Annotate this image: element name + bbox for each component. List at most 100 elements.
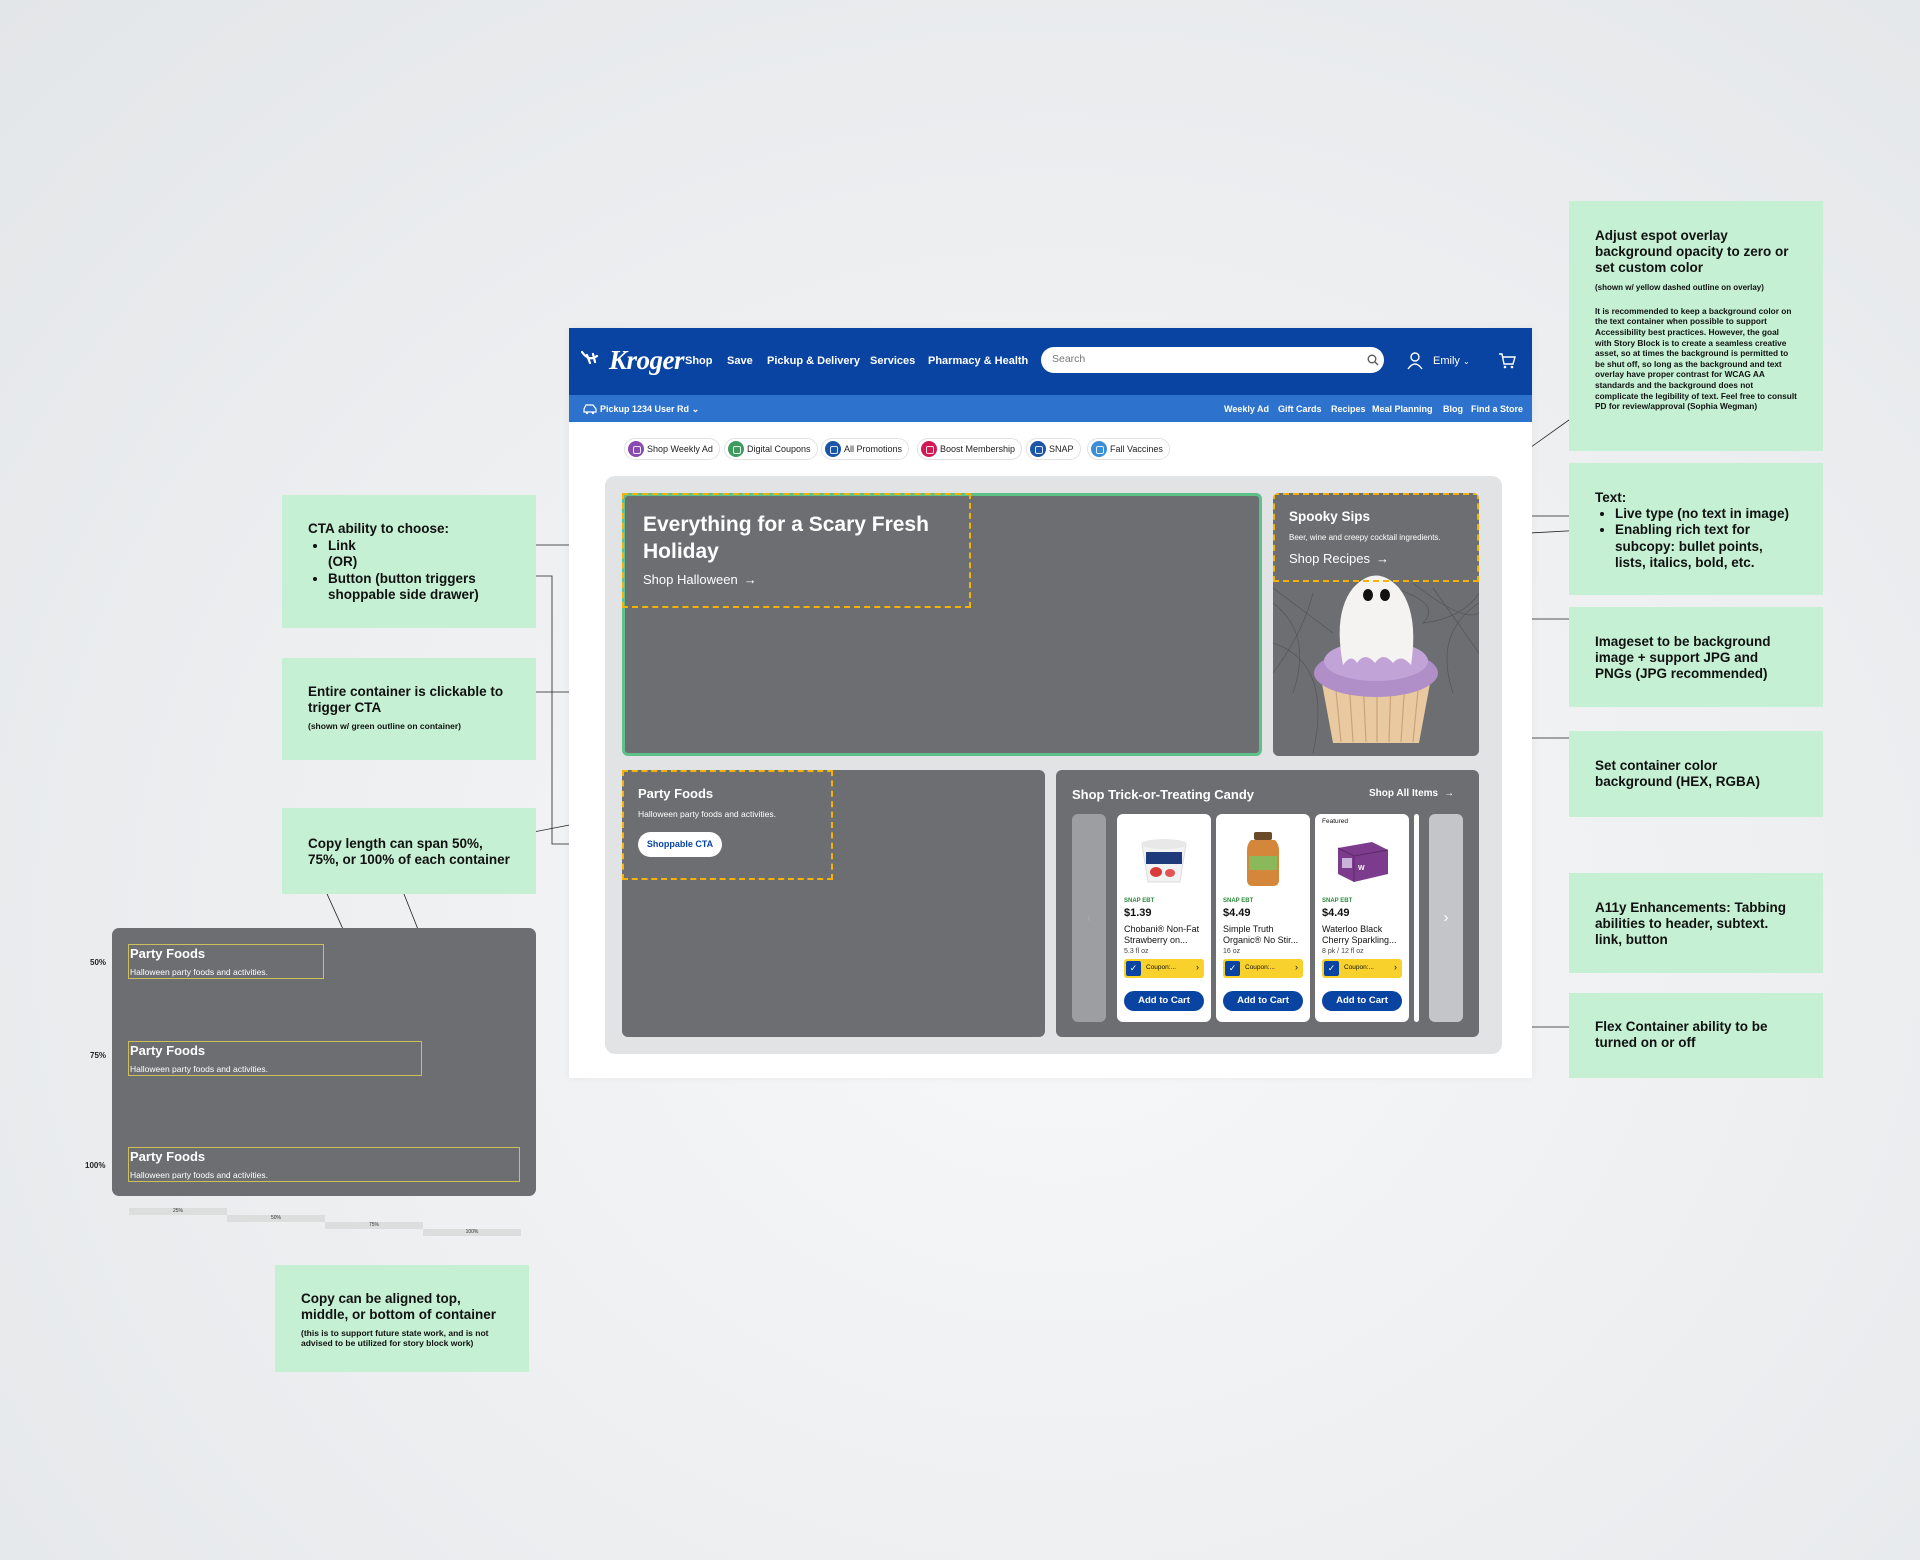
chevron-right-icon: › (1295, 962, 1298, 972)
chevron-down-icon: ⌄ (1462, 357, 1470, 366)
user-icon[interactable] (1407, 352, 1423, 370)
note-copy-length: Copy length can span 50%, 75%, or 100% o… (282, 808, 536, 894)
product-size: 5.3 fl oz (1124, 948, 1149, 955)
chevron-left-icon: ‹ (1086, 910, 1092, 925)
product-size: 16 oz (1223, 948, 1241, 955)
add-to-cart-button[interactable]: Add to Cart (1223, 991, 1303, 1011)
width-bar-75: 75% (325, 1222, 423, 1229)
copy-length-demo: Party Foods Halloween party foods and ac… (112, 928, 536, 1196)
candy-title: Shop Trick-or-Treating Candy (1072, 787, 1255, 802)
product-card[interactable]: SNAP EBT $4.49 Simple Truth Organic® No … (1216, 814, 1310, 1022)
svg-text:W: W (1358, 865, 1365, 872)
copy-box-100: Party Foods Halloween party foods and ac… (128, 1147, 520, 1182)
product-name: Simple Truth Organic® No Stir... (1223, 924, 1299, 946)
hero-link[interactable]: Shop Halloween → (643, 572, 757, 587)
copy-box-75: Party Foods Halloween party foods and ac… (128, 1041, 422, 1076)
carousel-next-button[interactable]: › (1429, 814, 1463, 1022)
snap-icon (1030, 441, 1046, 457)
add-to-cart-button[interactable]: Add to Cart (1124, 991, 1204, 1011)
party-text-overlay: Party Foods Halloween party foods and ac… (622, 770, 833, 880)
note-clickable-container: Entire container is clickable to trigger… (282, 658, 536, 760)
user-menu[interactable]: Emily ⌄ (1433, 355, 1470, 367)
nav-shop[interactable]: Shop (685, 355, 713, 367)
spooky-link[interactable]: Shop Recipes → (1289, 551, 1389, 566)
width-bar-100: 100% (423, 1229, 521, 1236)
search-input[interactable] (1052, 353, 1352, 365)
carousel-prev-button[interactable]: ‹ (1072, 814, 1106, 1022)
nav-save[interactable]: Save (727, 355, 753, 367)
product-card[interactable]: Featured W SNAP EBT $4.49 Waterloo Black… (1315, 814, 1409, 1022)
label-100-percent: 100% (85, 1161, 106, 1170)
search-bar (1041, 347, 1384, 373)
note-flex-container: Flex Container ability to be turned on o… (1569, 993, 1823, 1078)
chip-all-promotions[interactable]: All Promotions (821, 438, 910, 460)
kroger-page-mock: Kroger Shop Save Pickup & Delivery Servi… (569, 328, 1532, 1078)
sub-nav-bar: Pickup 1234 User Rd ⌄ Weekly Ad Gift Car… (569, 395, 1532, 422)
note-container-color: Set container color background (HEX, RGB… (1569, 731, 1823, 817)
note-cta-options: CTA ability to choose: Link (OR) Button … (282, 495, 536, 628)
link-find-a-store[interactable]: Find a Store (1471, 404, 1523, 414)
checkmark-icon: ✓ (1126, 961, 1141, 976)
spooky-sips-tile[interactable]: Spooky Sips Beer, wine and creepy cockta… (1273, 493, 1479, 756)
chevron-right-icon: › (1394, 962, 1397, 972)
chip-boost-membership[interactable]: Boost Membership (917, 438, 1023, 460)
arrow-right-icon: → (743, 572, 757, 587)
nav-services[interactable]: Services (870, 355, 915, 367)
vaccine-icon (1091, 441, 1107, 457)
chevron-right-icon: › (1196, 962, 1199, 972)
coupon-icon (728, 441, 744, 457)
user-name: Emily (1433, 355, 1460, 367)
sparkling-water-box-image: W (1337, 842, 1389, 882)
checkmark-icon: ✓ (1324, 961, 1339, 976)
link-meal-planning[interactable]: Meal Planning (1372, 404, 1433, 414)
spooky-subtitle: Beer, wine and creepy cocktail ingredien… (1289, 533, 1441, 542)
product-name: Chobani® Non-Fat Strawberry on... (1124, 924, 1200, 946)
nav-pickup-delivery[interactable]: Pickup & Delivery (767, 355, 860, 367)
shop-all-items-link[interactable]: Shop All Items → (1369, 788, 1454, 799)
kroger-logo-icon (581, 350, 599, 365)
link-gift-cards[interactable]: Gift Cards (1278, 404, 1322, 414)
product-size: 8 pk / 12 fl oz (1322, 948, 1364, 955)
hero-tile[interactable]: Everything for a Scary Fresh Holiday Sho… (622, 493, 1262, 756)
search-icon[interactable] (1367, 354, 1379, 366)
chevron-down-icon: ⌄ (691, 404, 700, 414)
product-name: Waterloo Black Cherry Sparkling... (1322, 924, 1397, 946)
hero-title: Everything for a Scary Fresh Holiday (643, 513, 929, 563)
link-weekly-ad[interactable]: Weekly Ad (1224, 404, 1269, 414)
arrow-right-icon: → (1375, 551, 1389, 566)
link-blog[interactable]: Blog (1443, 404, 1463, 414)
arrow-right-icon: → (1444, 788, 1455, 799)
candy-carousel-tile: Shop Trick-or-Treating Candy Shop All It… (1056, 770, 1479, 1037)
note-imageset: Imageset to be background image + suppor… (1569, 607, 1823, 707)
chip-snap[interactable]: SNAP (1026, 438, 1081, 460)
spooky-text-overlay: Spooky Sips Beer, wine and creepy cockta… (1273, 493, 1479, 582)
pickup-car-icon (583, 404, 597, 415)
link-recipes[interactable]: Recipes (1331, 404, 1366, 414)
add-to-cart-button[interactable]: Add to Cart (1322, 991, 1402, 1011)
nav-pharmacy-health[interactable]: Pharmacy & Health (928, 355, 1028, 367)
pickup-location-selector[interactable]: Pickup 1234 User Rd ⌄ (600, 404, 699, 415)
product-card-peek (1414, 814, 1419, 1022)
promotions-icon (825, 441, 841, 457)
width-bar-25: 25% (129, 1208, 227, 1215)
featured-badge: Featured (1322, 818, 1349, 825)
party-foods-tile[interactable]: Party Foods Halloween party foods and ac… (622, 770, 1045, 1037)
peanut-butter-jar-image (1247, 832, 1279, 886)
chip-digital-coupons[interactable]: Digital Coupons (724, 438, 818, 460)
cart-icon[interactable] (1498, 353, 1516, 369)
coupon-button[interactable]: ✓ Coupon:... › (1322, 959, 1402, 978)
coupon-button[interactable]: ✓ Coupon:... › (1124, 959, 1204, 978)
coupon-button[interactable]: ✓ Coupon:... › (1223, 959, 1303, 978)
header-bar: Kroger Shop Save Pickup & Delivery Servi… (569, 328, 1532, 395)
note-overlay-opacity: Adjust espot overlay background opacity … (1569, 201, 1823, 451)
spooky-title: Spooky Sips (1289, 509, 1371, 524)
note-text: Text: Live type (no text in image) Enabl… (1569, 463, 1823, 595)
product-card[interactable]: SNAP EBT $1.39 Chobani® Non-Fat Strawber… (1117, 814, 1211, 1022)
note-copy-alignment: Copy can be aligned top, middle, or bott… (275, 1265, 529, 1372)
chip-shop-weekly-ad[interactable]: Shop Weekly Ad (624, 438, 720, 460)
chip-fall-vaccines[interactable]: Fall Vaccines (1087, 438, 1170, 460)
label-75-percent: 75% (90, 1051, 107, 1060)
kroger-logo[interactable]: Kroger (609, 345, 685, 376)
yogurt-cup-image (1141, 839, 1187, 883)
shoppable-cta-button[interactable]: Shoppable CTA (638, 832, 722, 857)
